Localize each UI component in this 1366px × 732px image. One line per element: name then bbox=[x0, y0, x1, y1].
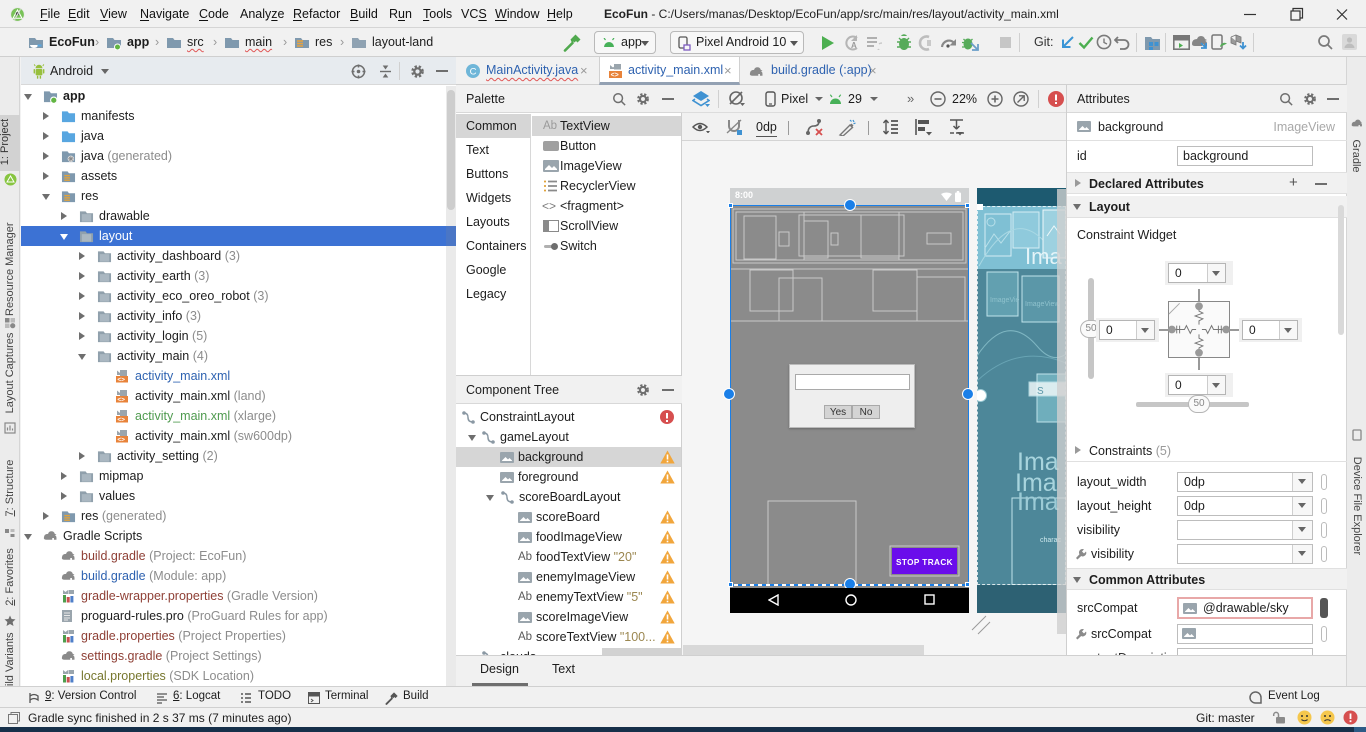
svg-text:<>: <> bbox=[117, 437, 125, 443]
svg-text:<>: <> bbox=[117, 417, 125, 423]
svg-text:C: C bbox=[470, 67, 477, 78]
svg-text:A: A bbox=[851, 41, 857, 50]
svg-text:<>: <> bbox=[117, 377, 125, 383]
svg-text:<>: <> bbox=[117, 397, 125, 403]
svg-text:<>: <> bbox=[611, 72, 619, 79]
